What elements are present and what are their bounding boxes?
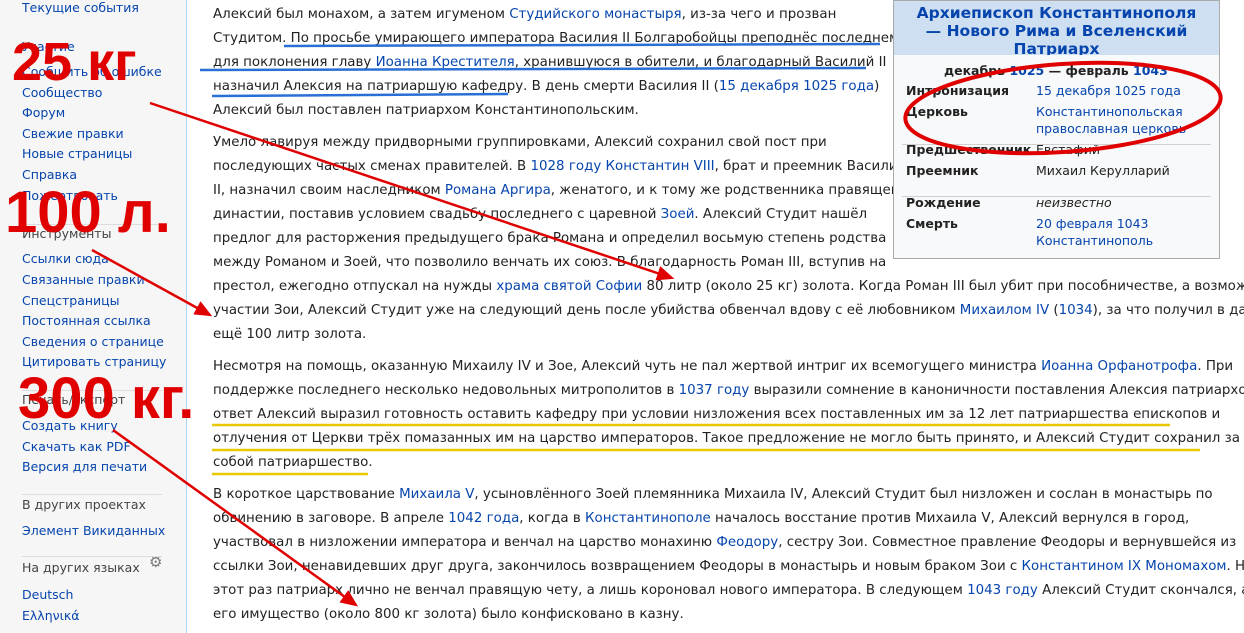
blue-underline	[211, 92, 509, 98]
red-arrow	[91, 248, 213, 317]
red-ellipse	[903, 60, 1223, 156]
red-label: 300 кг.	[18, 366, 194, 431]
blue-underline	[283, 42, 881, 48]
red-arrow	[149, 101, 675, 281]
red-label: 25 кг	[12, 32, 137, 92]
red-arrow	[112, 428, 359, 607]
annotation-layer: 25 кг 100 л. 300 кг.	[5, 32, 1223, 607]
red-label: 100 л.	[5, 180, 171, 245]
blue-underline	[199, 66, 867, 72]
